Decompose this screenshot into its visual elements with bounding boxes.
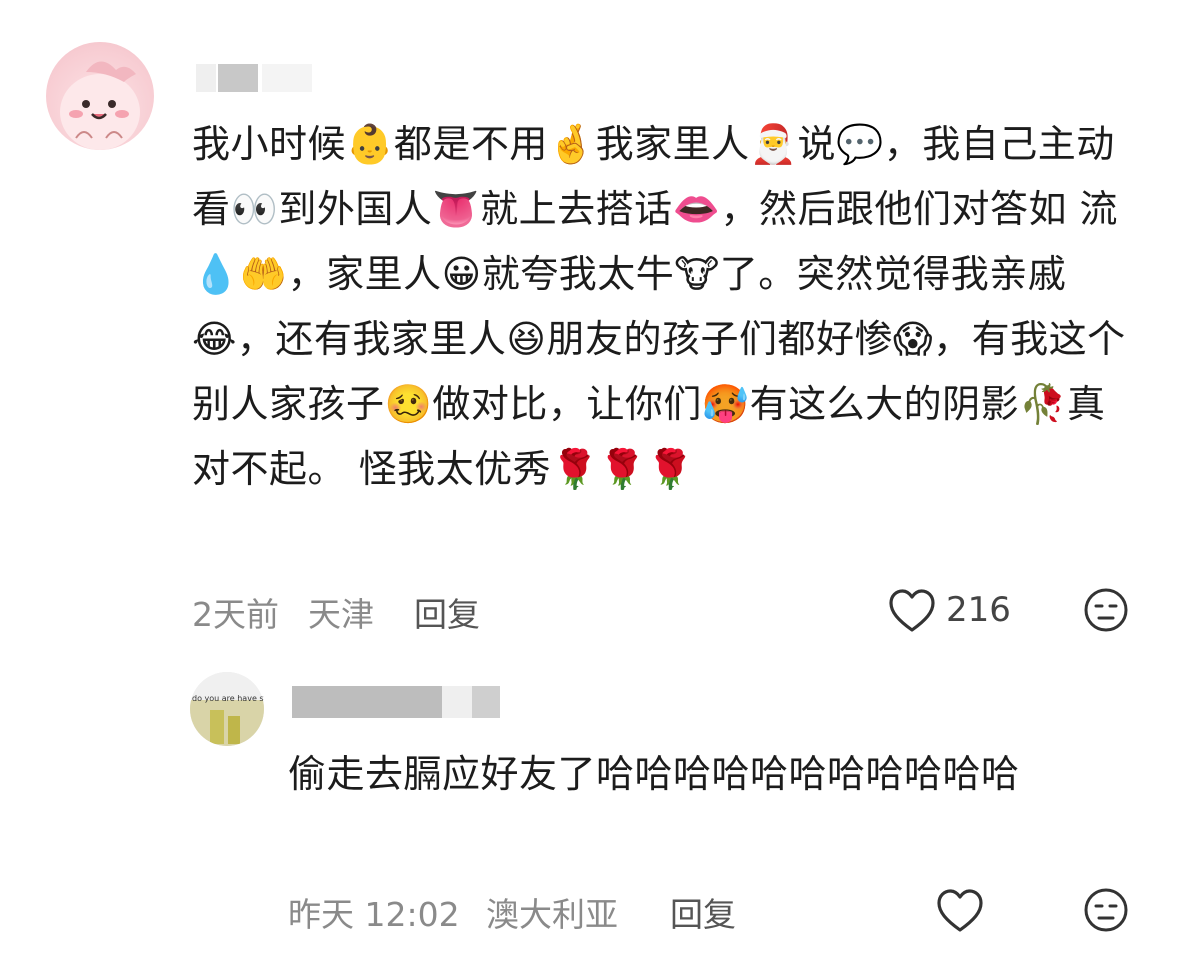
heart-outline-icon: [937, 889, 983, 932]
replier-name-redacted: [292, 686, 442, 718]
heart-outline-icon: [889, 589, 935, 632]
replier-name-redacted-part: [442, 686, 472, 718]
reply-text: 偷走去膈应好友了哈哈哈哈哈哈哈哈哈哈哈: [288, 752, 1020, 796]
like-count: 216: [946, 590, 1011, 630]
comment-time: 2天前: [192, 595, 279, 634]
commenter-name-redacted: [218, 64, 258, 92]
commenter-avatar[interactable]: [46, 42, 154, 150]
neutral-face-outline-icon: [1084, 888, 1128, 932]
comment-text: 我小时候👶都是不用🤞我家里人🎅说💬，我自己主动看👀到外国人👅就上去搭话👄，然后跟…: [192, 122, 1126, 491]
reply-time: 昨天 12:02: [288, 895, 460, 934]
replier-avatar[interactable]: [190, 672, 264, 746]
dislike-button[interactable]: [1082, 586, 1130, 634]
reply-location: 澳大利亚: [486, 895, 618, 934]
commenter-name-redacted-part: [196, 64, 216, 92]
like-button[interactable]: [888, 588, 936, 634]
reply-like-button[interactable]: [936, 888, 984, 934]
replier-name-redacted-part: [472, 686, 500, 718]
pink-creature-avatar-icon: [60, 61, 140, 150]
comment-reply-button[interactable]: 回复: [414, 588, 480, 636]
comment-location: 天津: [308, 595, 374, 634]
neutral-face-outline-icon: [1084, 588, 1128, 632]
reply-dislike-button[interactable]: [1082, 886, 1130, 934]
commenter-name-redacted-part: [262, 64, 312, 92]
avatar-caption: do you are have stupid: [192, 694, 264, 703]
reply-reply-button[interactable]: 回复: [670, 888, 736, 936]
meme-image-avatar-icon: [190, 672, 264, 746]
